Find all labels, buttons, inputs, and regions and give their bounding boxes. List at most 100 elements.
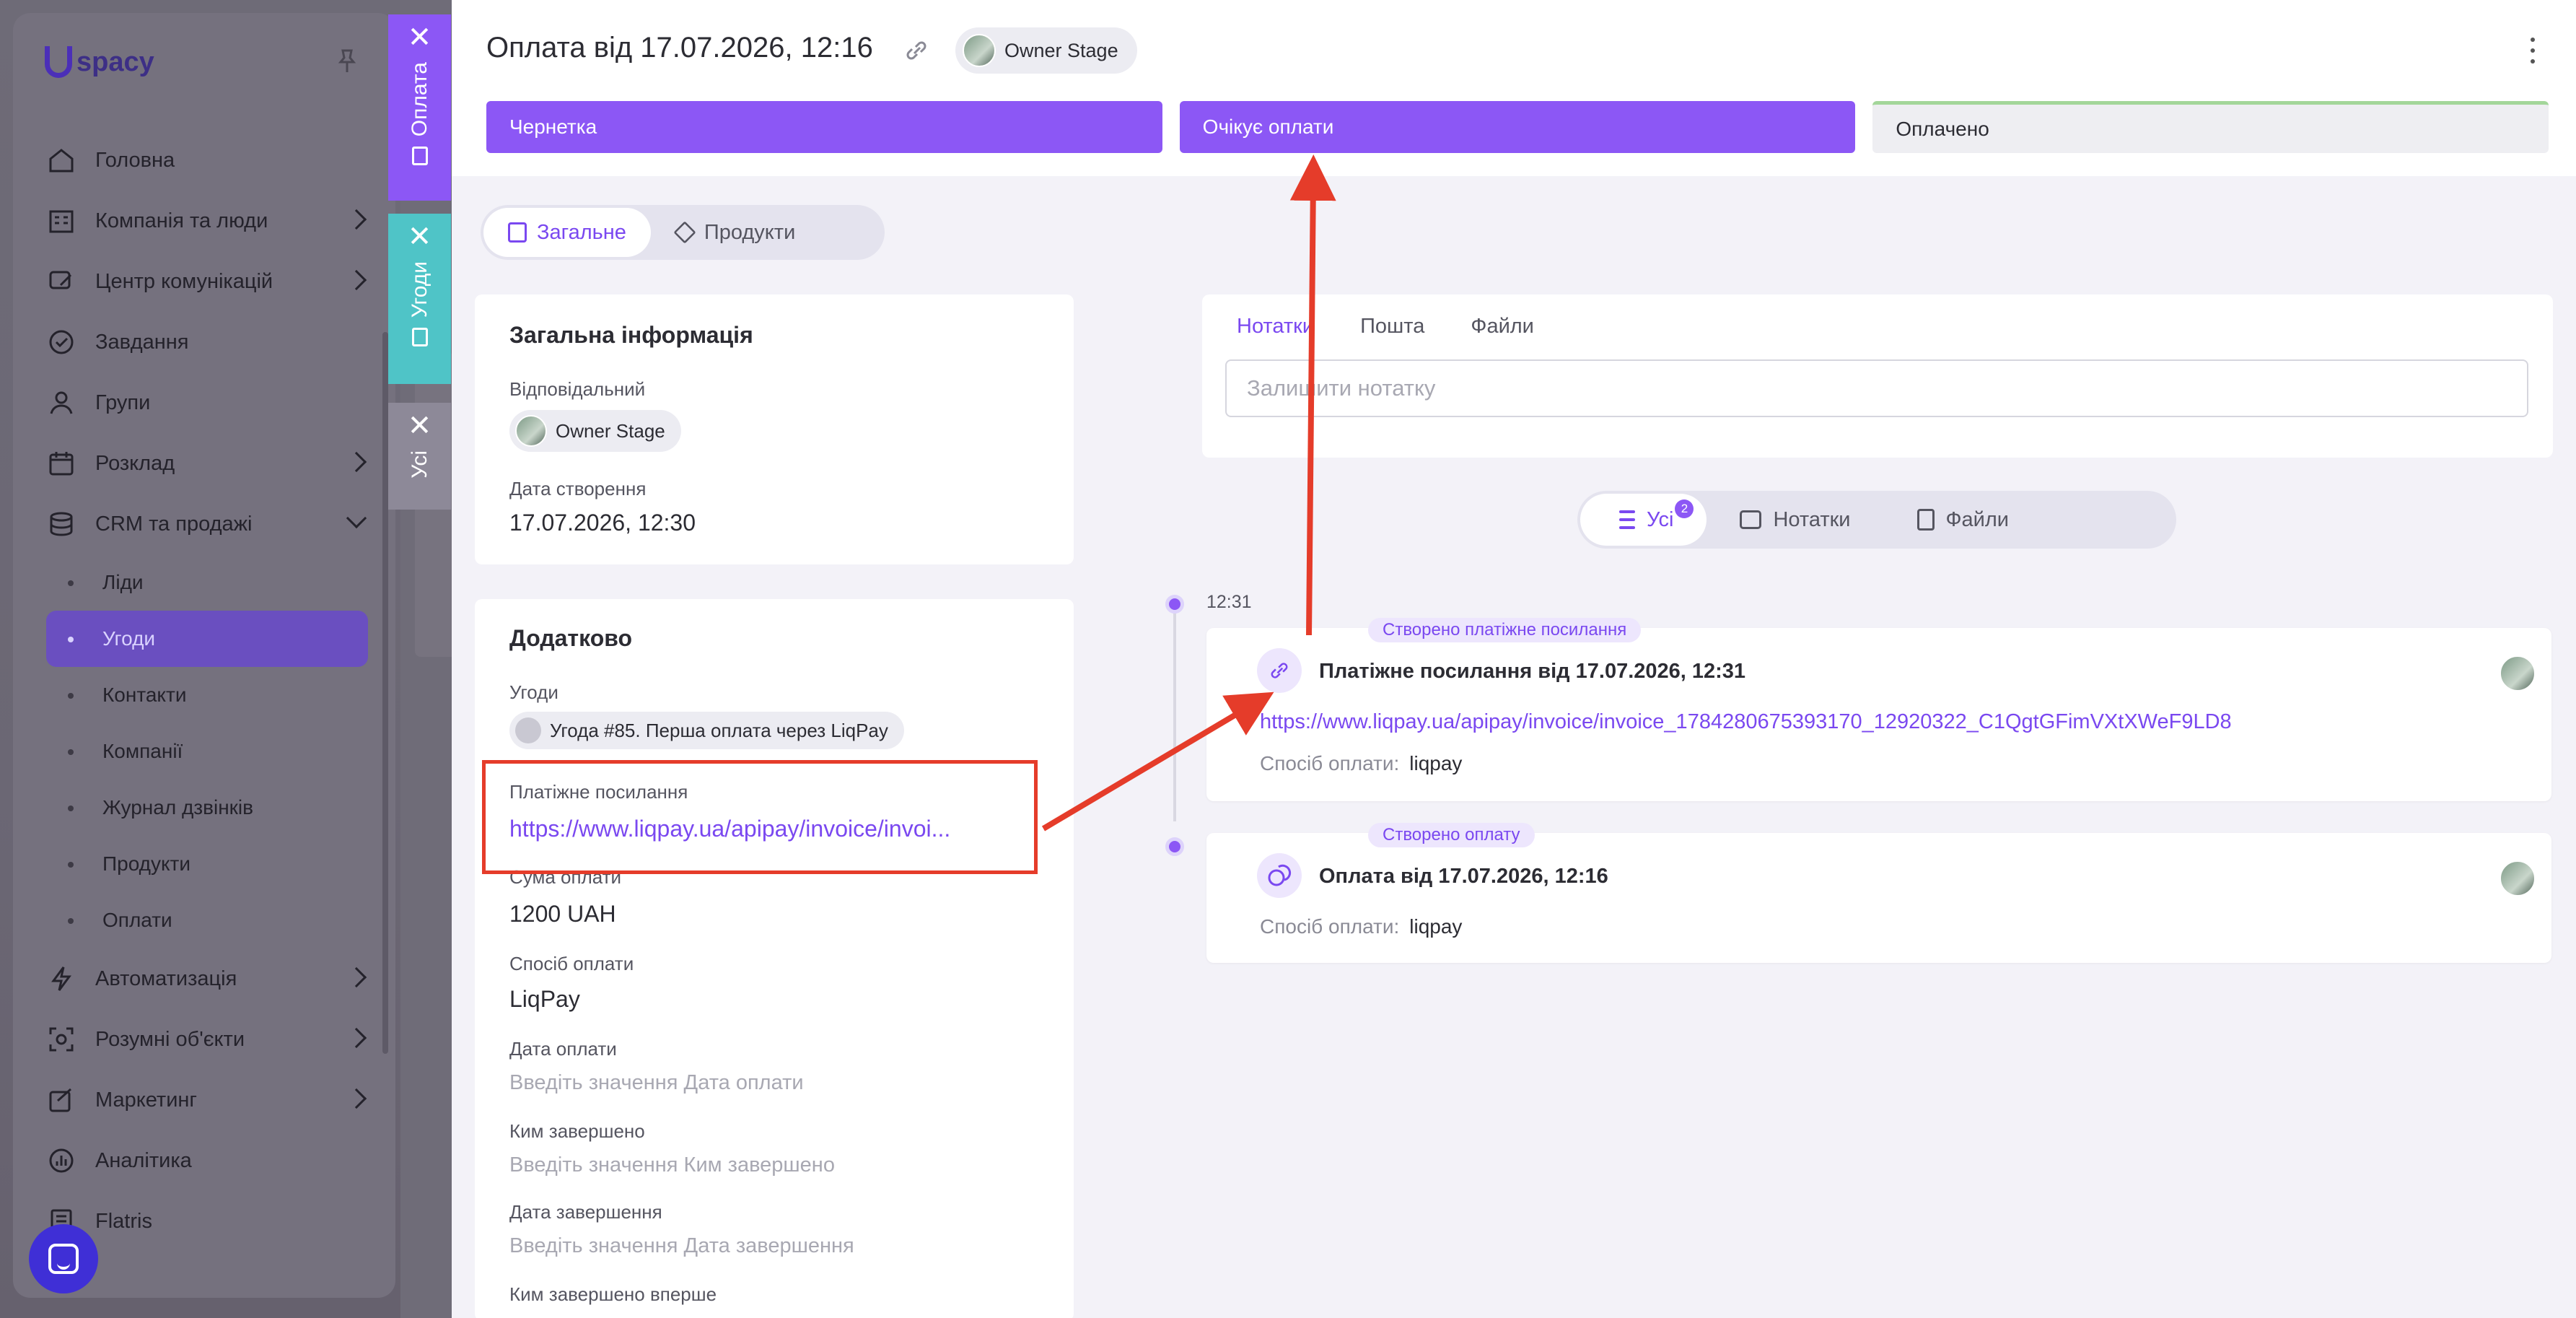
app-logo[interactable]: spacy bbox=[45, 46, 154, 78]
completed-by-input[interactable]: Введіть значення Ким завершено bbox=[509, 1153, 835, 1177]
smart-object-icon bbox=[46, 1024, 76, 1055]
responsible-name: Owner Stage bbox=[556, 419, 665, 442]
sidebar-item-automation[interactable]: Автоматизація bbox=[46, 948, 371, 1009]
marketing-icon bbox=[46, 1085, 76, 1115]
close-icon[interactable]: ✕ bbox=[408, 23, 432, 52]
sidebar-item-crm[interactable]: CRM та продажі bbox=[46, 494, 371, 554]
chevron-right-icon bbox=[346, 966, 367, 988]
sidebar-item-smart-objects[interactable]: Розумні об'єкти bbox=[46, 1009, 371, 1070]
event-method: Спосіб оплати: liqpay bbox=[1260, 915, 1462, 938]
message-icon bbox=[1740, 510, 1762, 529]
chevron-right-icon bbox=[346, 1088, 367, 1109]
event-method-value: liqpay bbox=[1409, 915, 1463, 938]
tab-products[interactable]: Продукти bbox=[651, 208, 820, 257]
close-icon[interactable]: ✕ bbox=[408, 411, 432, 440]
extra-info-card: Додатково Угоди Угода #85. Перша оплата … bbox=[475, 599, 1074, 1318]
more-menu-icon[interactable] bbox=[2528, 38, 2537, 64]
tab-label: Загальне bbox=[537, 220, 626, 244]
stage-paid[interactable]: Оплачено bbox=[1872, 101, 2549, 153]
tab-mail[interactable]: Пошта bbox=[1360, 315, 1424, 339]
slider-tab-label: Угоди bbox=[407, 261, 431, 318]
document-icon bbox=[411, 147, 428, 166]
sidebar-item-flatris[interactable]: Flatris bbox=[46, 1191, 371, 1252]
tab-notes[interactable]: Нотатки bbox=[1237, 315, 1314, 339]
slider-tab-deals[interactable]: ✕ Угоди bbox=[388, 214, 451, 384]
sidebar-subitem-products[interactable]: Продукти bbox=[46, 836, 371, 892]
chevron-down-icon bbox=[346, 507, 367, 529]
event-link[interactable]: https://www.liqpay.ua/apipay/invoice/inv… bbox=[1260, 710, 2232, 734]
filter-all[interactable]: Усі 2 bbox=[1580, 494, 1707, 546]
sidebar-subitem-contacts[interactable]: Контакти bbox=[46, 667, 371, 723]
sidebar-subitem-leads[interactable]: Ліди bbox=[46, 554, 371, 611]
sidebar-subitem-payments[interactable]: Оплати bbox=[46, 892, 371, 948]
sidebar-item-comms[interactable]: Центр комунікацій bbox=[46, 251, 371, 312]
stage-draft[interactable]: Чернетка bbox=[486, 101, 1162, 153]
sidebar-subitem-label: Ліди bbox=[102, 571, 144, 593]
field-label: Дата завершення bbox=[509, 1201, 662, 1223]
completed-date-input[interactable]: Введіть значення Дата завершення bbox=[509, 1234, 854, 1258]
sidebar-subitem-label: Оплати bbox=[102, 909, 172, 931]
slider-tab-all[interactable]: ✕ Усі bbox=[388, 403, 451, 510]
tab-general[interactable]: Загальне bbox=[483, 208, 651, 257]
chevron-right-icon bbox=[346, 209, 367, 230]
sidebar-item-marketing[interactable]: Маркетинг bbox=[46, 1070, 371, 1130]
count-badge: 2 bbox=[1675, 499, 1694, 518]
sidebar-item-schedule[interactable]: Розклад bbox=[46, 433, 371, 494]
event-method-label: Спосіб оплати: bbox=[1260, 915, 1400, 938]
sidebar-item-label: Групи bbox=[95, 390, 151, 414]
sidebar-item-analytics[interactable]: Аналітика bbox=[46, 1130, 371, 1191]
view-tabs: Загальне Продукти bbox=[481, 205, 885, 260]
slider-tab-payment[interactable]: ✕ Оплата bbox=[388, 14, 451, 201]
tab-label: Продукти bbox=[704, 220, 796, 244]
event-tag: Створено платіжне посилання bbox=[1368, 618, 1642, 642]
link-icon[interactable] bbox=[902, 38, 931, 64]
field-label: Ким завершено вперше bbox=[509, 1283, 717, 1305]
filter-notes[interactable]: Нотатки bbox=[1707, 494, 1883, 546]
sidebar-item-groups[interactable]: Групи bbox=[46, 372, 371, 433]
sidebar-subitem-label: Компанії bbox=[102, 740, 183, 762]
building-icon bbox=[46, 206, 76, 236]
sidebar-subitem-call-log[interactable]: Журнал дзвінків bbox=[46, 780, 371, 836]
support-chat-button[interactable] bbox=[29, 1224, 98, 1293]
filter-files[interactable]: Файли bbox=[1884, 494, 2043, 546]
timeline-event-payment-link: Створено платіжне посилання Платіжне пос… bbox=[1206, 618, 2551, 801]
section-heading: Додатково bbox=[509, 625, 633, 651]
sidebar-item-home[interactable]: Головна bbox=[46, 130, 371, 191]
tab-files[interactable]: Файли bbox=[1471, 315, 1534, 339]
page-title: Оплата від 17.07.2026, 12:16 bbox=[486, 32, 873, 64]
event-method-value: liqpay bbox=[1409, 752, 1463, 774]
field-label: Угоди bbox=[509, 681, 558, 703]
list-icon bbox=[1613, 510, 1635, 529]
general-info-card: Загальна інформація Відповідальний Owner… bbox=[475, 294, 1074, 564]
chevron-right-icon bbox=[346, 451, 367, 473]
owner-name: Owner Stage bbox=[1004, 39, 1118, 61]
sidebar-subitem-companies[interactable]: Компанії bbox=[46, 723, 371, 780]
sidebar-item-label: Аналітика bbox=[95, 1148, 192, 1172]
sidebar-subitem-deals[interactable]: Угоди bbox=[46, 611, 368, 667]
pin-icon[interactable] bbox=[338, 49, 356, 74]
sidebar-item-company[interactable]: Компанія та люди bbox=[46, 191, 371, 251]
sidebar-subitem-label: Журнал дзвінків bbox=[102, 796, 254, 819]
field-label: Відповідальний bbox=[509, 378, 646, 400]
slider-tab-label: Усі bbox=[407, 450, 431, 479]
pay-date-input[interactable]: Введіть значення Дата оплати bbox=[509, 1071, 804, 1095]
close-icon[interactable]: ✕ bbox=[408, 222, 432, 251]
stage-label: Оплачено bbox=[1896, 117, 1989, 140]
sidebar-scrollbar[interactable] bbox=[382, 332, 388, 1054]
note-input[interactable]: Залишити нотатку bbox=[1225, 359, 2528, 417]
event-method: Спосіб оплати: liqpay bbox=[1260, 752, 1462, 775]
chat-icon bbox=[48, 1244, 79, 1274]
sidebar-item-tasks[interactable]: Завдання bbox=[46, 312, 371, 372]
field-label: Дата створення bbox=[509, 478, 647, 499]
sidebar-item-label: Компанія та люди bbox=[95, 209, 268, 232]
owner-chip[interactable]: Owner Stage bbox=[955, 27, 1137, 74]
file-icon bbox=[1916, 509, 1935, 531]
deal-name: Угода #85. Перша оплата через LiqPay bbox=[550, 719, 888, 741]
deal-avatar bbox=[515, 717, 541, 743]
responsible-chip[interactable]: Owner Stage bbox=[509, 410, 681, 452]
deal-chip[interactable]: Угода #85. Перша оплата через LiqPay bbox=[509, 712, 904, 749]
coins-icon bbox=[1257, 853, 1302, 898]
stage-label: Очікує оплати bbox=[1202, 115, 1334, 138]
stage-awaiting-payment[interactable]: Очікує оплати bbox=[1179, 101, 1856, 153]
event-title: Платіжне посилання від 17.07.2026, 12:31 bbox=[1319, 660, 1746, 683]
